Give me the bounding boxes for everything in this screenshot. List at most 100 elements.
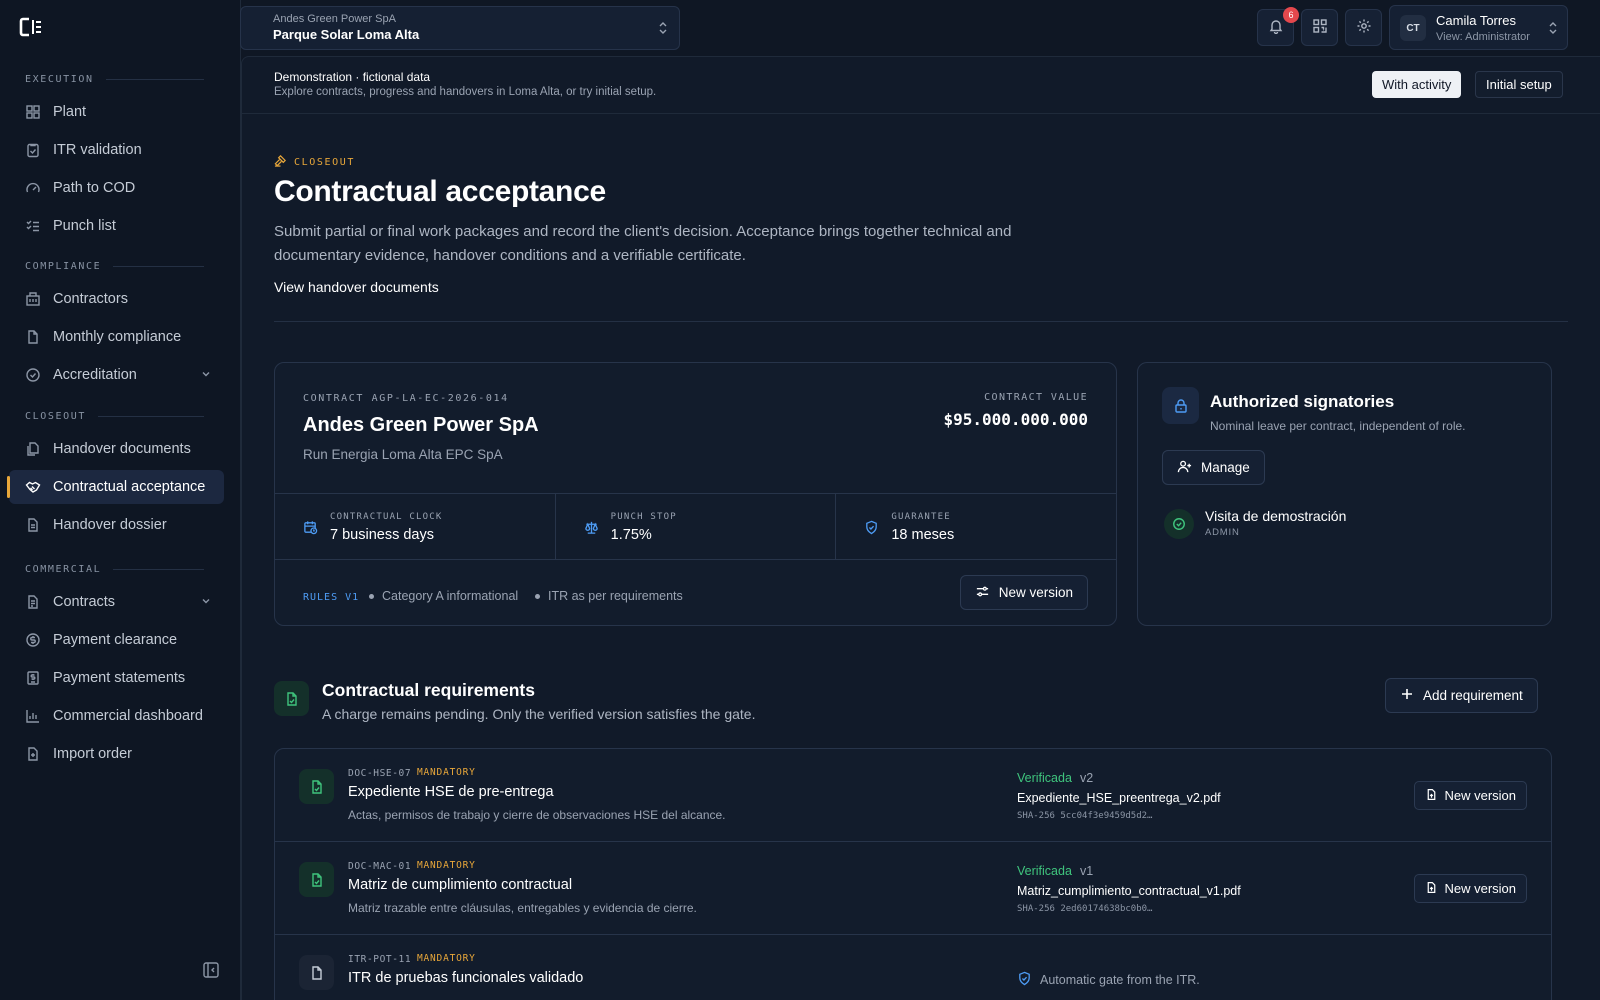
files-icon bbox=[25, 441, 41, 457]
rules-version: RULES V1 bbox=[303, 592, 360, 603]
mandatory-badge: MANDATORY bbox=[417, 953, 476, 964]
metric-value: 18 meses bbox=[891, 527, 955, 543]
contract-value: $95.000.000.000 bbox=[943, 410, 1089, 429]
file-icon bbox=[299, 955, 334, 990]
nav-item-contractual-acceptance[interactable]: Contractual acceptance bbox=[7, 470, 224, 504]
metric-label: PUNCH STOP bbox=[610, 512, 677, 522]
building-icon bbox=[25, 291, 41, 307]
requirement-row: DOC-MAC-01 MANDATORY Matriz de cumplimie… bbox=[275, 842, 1551, 935]
user-menu[interactable]: CT Camila Torres View: Administrator bbox=[1389, 5, 1568, 50]
page-title: Contractual acceptance bbox=[274, 175, 606, 208]
nav-label: Plant bbox=[53, 104, 87, 120]
nav-label: ITR validation bbox=[53, 142, 142, 158]
file-check-icon bbox=[299, 769, 334, 804]
main-content: Demonstration · fictional data Explore c… bbox=[241, 56, 1600, 1000]
requirement-file[interactable]: Expediente_HSE_preentrega_v2.pdf bbox=[1017, 791, 1221, 805]
new-version-button[interactable]: New version bbox=[959, 575, 1088, 610]
handshake-icon bbox=[25, 479, 41, 495]
divider bbox=[274, 321, 1568, 322]
contract-value-label: CONTRACT VALUE bbox=[984, 392, 1088, 403]
shield-check-icon bbox=[864, 520, 879, 538]
notifications-button[interactable]: 6 bbox=[1257, 7, 1299, 46]
requirement-status: Verificada bbox=[1017, 864, 1072, 878]
nav-item-contracts[interactable]: Contracts bbox=[9, 585, 224, 619]
nav-label: Path to COD bbox=[53, 180, 136, 196]
metric-contractual-clock: CONTRACTUAL CLOCK 7 business days bbox=[275, 494, 556, 559]
nav-item-monthly-compliance[interactable]: Monthly compliance bbox=[9, 320, 224, 354]
nav-label: Contractors bbox=[53, 291, 128, 307]
nav-label: Handover documents bbox=[53, 441, 191, 457]
button-label: New version bbox=[998, 585, 1073, 600]
nav-label: Punch list bbox=[53, 218, 116, 234]
nav-item-plant[interactable]: Plant bbox=[9, 95, 224, 129]
nav-item-contractors[interactable]: Contractors bbox=[9, 282, 224, 316]
nav-section-compliance: COMPLIANCE Contractors Monthly complianc… bbox=[0, 256, 241, 396]
button-label: Add requirement bbox=[1423, 688, 1523, 703]
add-requirement-button[interactable]: Add requirement bbox=[1385, 678, 1538, 713]
nav-label: Payment statements bbox=[53, 670, 186, 686]
chevron-down-icon[interactable] bbox=[200, 368, 212, 384]
signatories-subtitle: Nominal leave per contract, independent … bbox=[1210, 419, 1466, 433]
nav-item-handover-dossier[interactable]: Handover dossier bbox=[9, 508, 224, 542]
requirement-file[interactable]: Matriz_cumplimiento_contractual_v1.pdf bbox=[1017, 884, 1241, 898]
file-plus-icon bbox=[25, 746, 41, 762]
requirement-status: Verificada bbox=[1017, 771, 1072, 785]
nav-item-punch-list[interactable]: Punch list bbox=[9, 209, 224, 243]
scale-icon bbox=[584, 520, 599, 538]
with-activity-button[interactable]: With activity bbox=[1372, 71, 1462, 98]
manage-button[interactable]: Manage bbox=[1162, 450, 1265, 485]
nav-label: Payment clearance bbox=[53, 632, 178, 648]
qr-scan-button[interactable] bbox=[1301, 9, 1338, 46]
bar-chart-icon bbox=[25, 708, 41, 724]
calendar-clock-icon bbox=[303, 520, 318, 538]
check-circle-icon bbox=[1164, 509, 1194, 539]
view-handover-documents-link[interactable]: View handover documents bbox=[274, 279, 439, 295]
nav-item-commercial-dashboard[interactable]: Commercial dashboard bbox=[9, 699, 224, 733]
project-selector[interactable]: Andes Green Power SpA Parque Solar Loma … bbox=[240, 6, 680, 50]
button-label: New version bbox=[1444, 788, 1516, 803]
requirement-hash: SHA-256 2ed60174638bc0b0… bbox=[1017, 904, 1153, 914]
settings-button[interactable] bbox=[1345, 9, 1382, 46]
section-eyebrow: CLOSEOUT bbox=[274, 154, 355, 170]
nav-label: Contracts bbox=[53, 594, 116, 610]
plus-icon bbox=[1400, 687, 1414, 704]
contract-metrics: CONTRACTUAL CLOCK 7 business days PUNCH … bbox=[275, 493, 1116, 560]
initial-setup-button[interactable]: Initial setup bbox=[1475, 71, 1563, 98]
nav-item-payment-clearance[interactable]: Payment clearance bbox=[9, 623, 224, 657]
user-name: Camila Torres bbox=[1436, 13, 1516, 28]
grid-icon bbox=[25, 104, 41, 120]
nav-item-itr-validation[interactable]: ITR validation bbox=[9, 133, 224, 167]
nav-item-path-to-cod[interactable]: Path to COD bbox=[9, 171, 224, 205]
requirement-description: Matriz trazable entre cláusulas, entrega… bbox=[348, 901, 697, 915]
button-label: Manage bbox=[1201, 460, 1250, 475]
demo-banner: Demonstration · fictional data Explore c… bbox=[242, 57, 1600, 114]
qr-code-icon bbox=[1312, 18, 1328, 37]
contract-epc: Run Energia Loma Alta EPC SpA bbox=[303, 447, 503, 462]
new-version-button[interactable]: New version bbox=[1414, 781, 1527, 810]
org-name: Andes Green Power SpA bbox=[273, 13, 396, 25]
dollar-circle-icon bbox=[25, 632, 41, 648]
requirement-version: v1 bbox=[1080, 864, 1094, 878]
nav-item-accreditation[interactable]: Accreditation bbox=[9, 358, 224, 392]
nav-label: Import order bbox=[53, 746, 132, 762]
nav-section-commercial: COMMERCIAL Contracts Payment clearance P… bbox=[0, 559, 241, 775]
shield-check-icon bbox=[1017, 971, 1032, 989]
nav-item-handover-documents[interactable]: Handover documents bbox=[9, 432, 224, 466]
nav-item-import-order[interactable]: Import order bbox=[9, 737, 224, 771]
automatic-gate-note: Automatic gate from the ITR. bbox=[1017, 971, 1200, 989]
eyebrow-label: CLOSEOUT bbox=[294, 156, 355, 168]
nav-label: Accreditation bbox=[53, 367, 137, 383]
app-logo[interactable] bbox=[19, 17, 43, 37]
new-version-button[interactable]: New version bbox=[1414, 874, 1527, 903]
lock-icon bbox=[1162, 387, 1199, 424]
nav-label: Handover dossier bbox=[53, 517, 167, 533]
signatories-card: Authorized signatories Nominal leave per… bbox=[1137, 362, 1552, 626]
gate-label: Automatic gate from the ITR. bbox=[1040, 973, 1200, 987]
demo-title: Demonstration · fictional data bbox=[274, 70, 431, 84]
chevron-down-icon[interactable] bbox=[200, 595, 212, 611]
file-upload-icon bbox=[1425, 788, 1438, 804]
sidebar-collapse-icon[interactable] bbox=[202, 961, 220, 979]
chevron-up-down-icon bbox=[657, 20, 669, 39]
gauge-icon bbox=[25, 180, 41, 196]
nav-item-payment-statements[interactable]: Payment statements bbox=[9, 661, 224, 695]
